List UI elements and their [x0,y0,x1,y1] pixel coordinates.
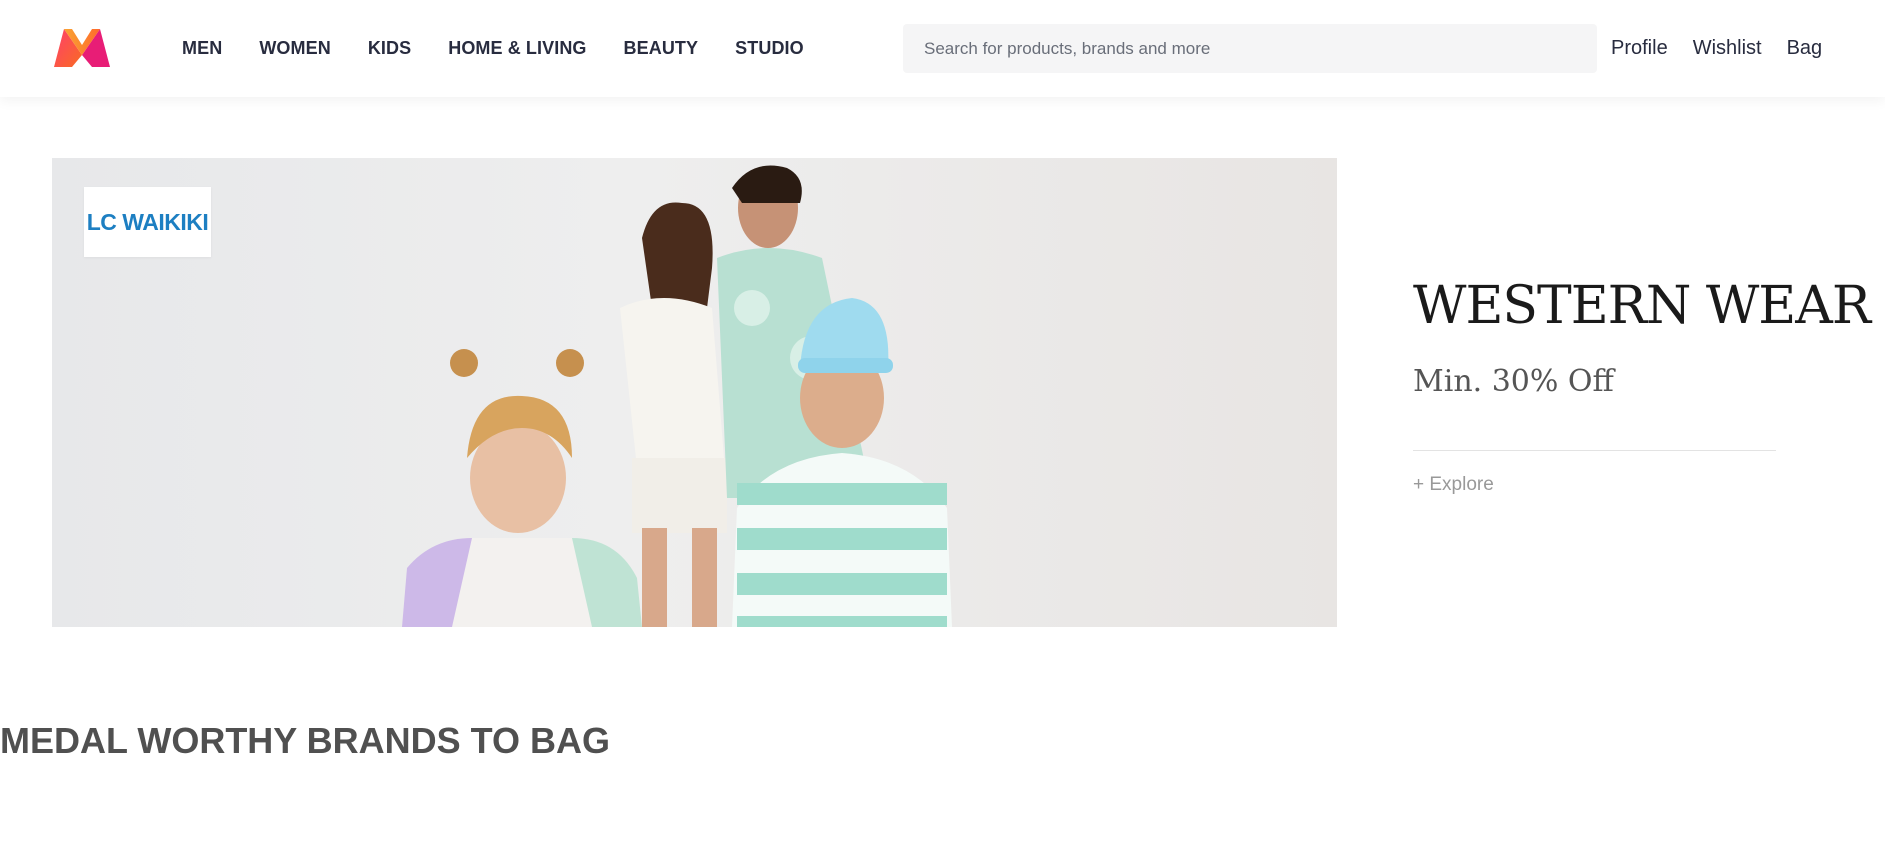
nav-women[interactable]: WOMEN [259,38,331,59]
search-bar [903,24,1597,73]
nav-men[interactable]: MEN [182,38,222,59]
search-input[interactable] [903,37,1597,60]
nav-kids[interactable]: KIDS [368,38,411,59]
promo-subtitle: Min. 30% Off [1413,364,1614,399]
hero-banner[interactable]: LC WAIKIKI [52,158,1337,627]
promo-divider [1413,450,1776,451]
nav-home-living[interactable]: HOME & LIVING [448,38,586,59]
family-in-western-wear-photo [402,165,952,627]
nav-beauty[interactable]: BEAUTY [624,38,699,59]
site-header: MEN WOMEN KIDS HOME & LIVING BEAUTY STUD… [0,0,1885,97]
header-actions: Profile Wishlist Bag [1611,0,1847,97]
brand-logo-text: LC WAIKIKI [86,208,209,235]
wishlist-link[interactable]: Wishlist [1693,37,1762,60]
explore-link[interactable]: + Explore [1413,474,1494,496]
bag-link[interactable]: Bag [1787,37,1823,60]
nav-studio[interactable]: STUDIO [735,38,804,59]
myntra-logo-icon[interactable] [52,27,112,69]
brand-logo-badge: LC WAIKIKI [84,187,211,257]
promo-title: WESTERN WEAR [1413,276,1871,336]
section-title: MEDAL WORTHY BRANDS TO BAG [0,720,611,761]
main-nav: MEN WOMEN KIDS HOME & LIVING BEAUTY STUD… [182,0,841,97]
profile-link[interactable]: Profile [1611,37,1668,60]
